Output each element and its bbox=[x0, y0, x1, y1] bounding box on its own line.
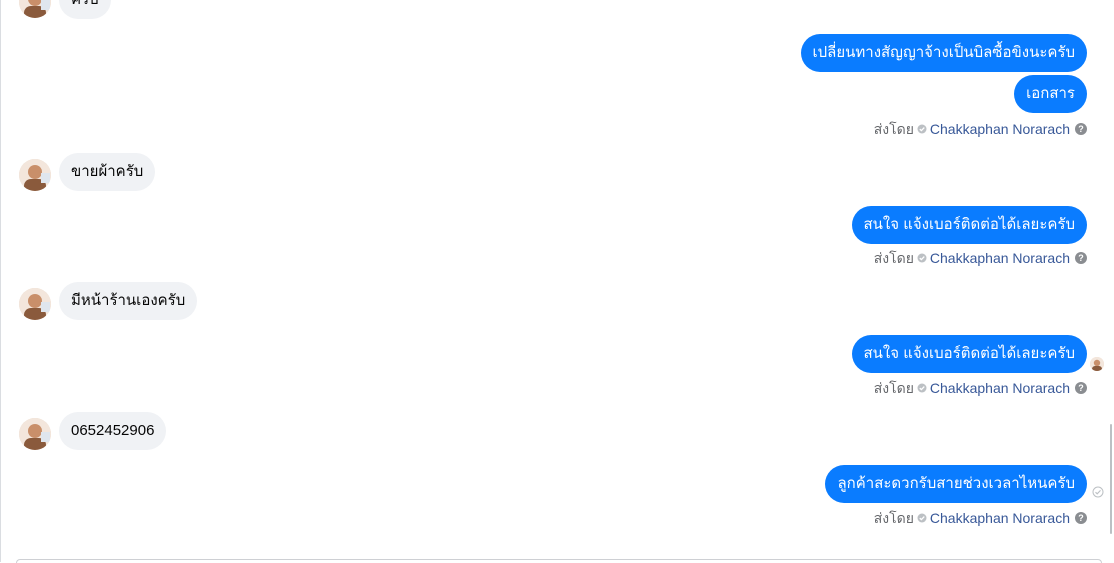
seen-avatar bbox=[1090, 357, 1104, 371]
sender-name-link[interactable]: Chakkaphan Norarach bbox=[930, 121, 1070, 137]
contact-avatar[interactable] bbox=[19, 418, 51, 450]
sender-name-link[interactable]: Chakkaphan Norarach bbox=[930, 380, 1070, 396]
contact-avatar[interactable] bbox=[19, 288, 51, 320]
message-incoming[interactable]: มีหน้าร้านเองครับ bbox=[59, 282, 198, 320]
contact-avatar[interactable] bbox=[19, 159, 51, 191]
message-incoming[interactable]: ครับ bbox=[59, 0, 111, 19]
message-text: เปลี่ยนทางสัญญาจ้างเป็นบิลซื้อขิงนะครับ bbox=[812, 44, 1076, 61]
sent-by-line: ส่งโดย Chakkaphan Norarach ? bbox=[874, 121, 1087, 137]
message-text: 0652452906 bbox=[71, 422, 155, 439]
contact-avatar[interactable] bbox=[19, 0, 51, 18]
message-text: สนใจ แจ้งเบอร์ติดต่อได้เลยะครับ bbox=[863, 345, 1075, 362]
sender-name-link[interactable]: Chakkaphan Norarach bbox=[930, 250, 1070, 266]
sent-by-label: ส่งโดย bbox=[873, 250, 914, 266]
help-icon[interactable]: ? bbox=[1075, 252, 1087, 264]
composer-box[interactable] bbox=[16, 559, 1102, 563]
message-thread[interactable]: ครับ เปลี่ยนทางสัญญาจ้างเป็นบิลซื้อขิงนะ… bbox=[0, 0, 1114, 562]
sent-by-line: ส่งโดย Chakkaphan Norarach ? bbox=[874, 250, 1087, 266]
message-text: เอกสาร bbox=[1026, 85, 1075, 102]
svg-text:?: ? bbox=[1078, 124, 1084, 134]
message-incoming[interactable]: ขายผ้าครับ bbox=[59, 153, 156, 191]
message-outgoing[interactable]: ลูกค้าสะดวกรับสายช่วงเวลาไหนครับ bbox=[825, 465, 1087, 503]
help-icon[interactable]: ? bbox=[1075, 123, 1087, 135]
message-incoming[interactable]: 0652452906 bbox=[59, 412, 167, 450]
svg-text:?: ? bbox=[1078, 383, 1084, 393]
message-outgoing[interactable]: เปลี่ยนทางสัญญาจ้างเป็นบิลซื้อขิงนะครับ bbox=[800, 34, 1087, 72]
help-icon[interactable]: ? bbox=[1075, 512, 1087, 524]
verified-icon bbox=[917, 253, 927, 263]
sent-by-label: ส่งโดย bbox=[873, 121, 914, 137]
verified-icon bbox=[917, 383, 927, 393]
verified-icon bbox=[917, 124, 927, 134]
scrollbar-thumb[interactable] bbox=[1110, 424, 1112, 534]
verified-icon bbox=[917, 513, 927, 523]
message-text: ลูกค้าสะดวกรับสายช่วงเวลาไหนครับ bbox=[837, 475, 1075, 492]
message-outgoing[interactable]: สนใจ แจ้งเบอร์ติดต่อได้เลยะครับ bbox=[851, 335, 1087, 373]
sent-by-label: ส่งโดย bbox=[873, 380, 914, 396]
message-outgoing[interactable]: สนใจ แจ้งเบอร์ติดต่อได้เลยะครับ bbox=[851, 206, 1087, 244]
sender-name-link[interactable]: Chakkaphan Norarach bbox=[930, 510, 1070, 526]
sent-by-line: ส่งโดย Chakkaphan Norarach ? bbox=[874, 380, 1087, 396]
sent-by-label: ส่งโดย bbox=[873, 510, 914, 526]
message-text: ขายผ้าครับ bbox=[71, 163, 144, 180]
scrollbar[interactable] bbox=[1108, 0, 1114, 562]
message-text: ครับ bbox=[71, 0, 99, 8]
svg-text:?: ? bbox=[1078, 253, 1084, 263]
message-text: สนใจ แจ้งเบอร์ติดต่อได้เลยะครับ bbox=[863, 216, 1075, 233]
sent-by-line: ส่งโดย Chakkaphan Norarach ? bbox=[874, 510, 1087, 526]
message-outgoing[interactable]: เอกสาร bbox=[1014, 75, 1087, 113]
help-icon[interactable]: ? bbox=[1075, 382, 1087, 394]
svg-text:?: ? bbox=[1078, 513, 1084, 523]
message-text: มีหน้าร้านเองครับ bbox=[71, 292, 186, 309]
delivered-check-icon bbox=[1092, 486, 1104, 498]
